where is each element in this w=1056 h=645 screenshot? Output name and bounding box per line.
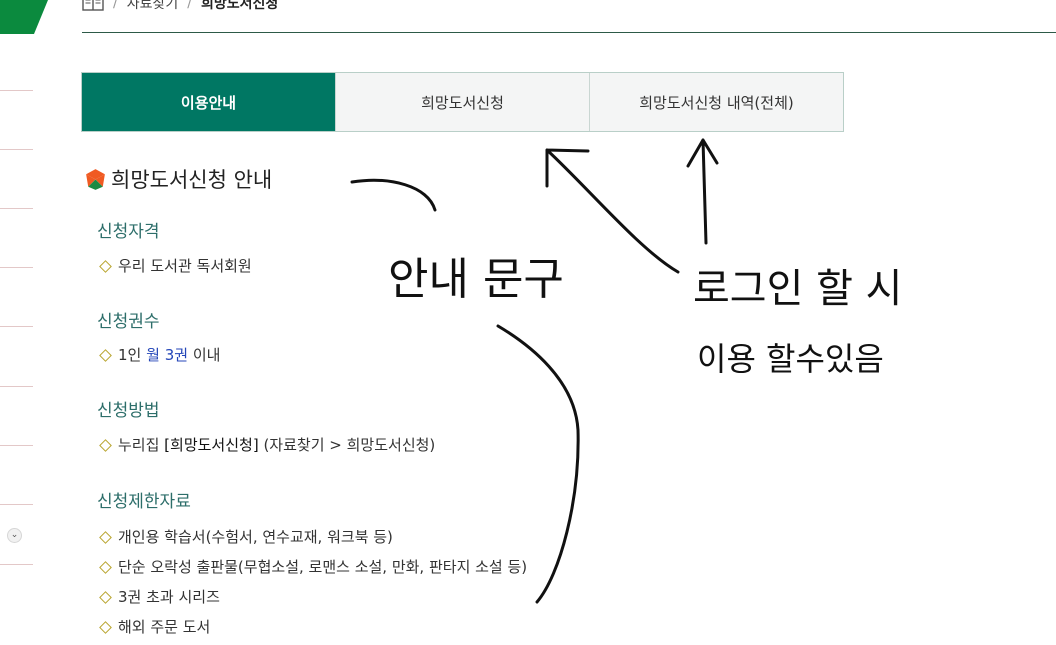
- section-title-text: 희망도서신청 안내: [111, 168, 273, 192]
- sidebar-divider: [0, 267, 33, 268]
- list-item: 1인 월 3권 이내: [97, 340, 220, 370]
- group-heading: 신청제한자료: [97, 492, 191, 512]
- annotation-usable-text: 이용 할수있음: [697, 340, 884, 378]
- chevron-down-icon[interactable]: ⌄: [7, 528, 22, 543]
- annotation-guide-text: 안내 문구: [388, 254, 564, 305]
- sidebar-divider: [0, 386, 33, 387]
- arrow-icon: [545, 148, 680, 274]
- section-title: 희망도서신청 안내: [83, 164, 272, 194]
- sidebar-divider: [0, 326, 33, 327]
- diamond-bullet-icon: [99, 531, 112, 544]
- diamond-bullet-icon: [99, 260, 112, 273]
- list-item-text: 이내: [188, 346, 221, 364]
- list-item-text: 단순 오락성 출판물(무협소설, 로맨스 소설, 만화, 판타지 소설 등): [118, 558, 528, 576]
- group-heading: 신청권수: [97, 312, 160, 332]
- list-item-text: 우리 도서관 독서회원: [118, 257, 252, 275]
- star-icon: [86, 168, 105, 190]
- breadcrumb-separator: /: [113, 0, 118, 11]
- info-group-eligibility: 신청자격 우리 도서관 독서회원: [97, 217, 252, 281]
- sidebar-divider: [0, 504, 33, 505]
- breadcrumb-item-search[interactable]: 자료찾기: [127, 0, 179, 13]
- sidebar-divider: [0, 149, 33, 150]
- sidebar-divider: [0, 208, 33, 209]
- breadcrumb: / 자료찾기 / 희망도서신청: [82, 0, 278, 14]
- highlight-text: 월 3권: [146, 346, 189, 364]
- diamond-bullet-icon: [99, 621, 112, 634]
- tab-book-request[interactable]: 희망도서신청: [336, 73, 590, 131]
- annotation-login-text: 로그인 할 시: [693, 266, 902, 312]
- sidebar-divider: [0, 90, 33, 91]
- list-item: 개인용 학습서(수험서, 연수교재, 워크북 등): [97, 522, 527, 552]
- diamond-bullet-icon: [99, 439, 112, 452]
- tab-bar: 이용안내 희망도서신청 희망도서신청 내역(전체): [81, 72, 844, 132]
- sidebar-divider: [0, 564, 33, 565]
- diamond-bullet-icon: [99, 591, 112, 604]
- brand-corner-shape: [0, 0, 48, 34]
- tab-request-history[interactable]: 희망도서신청 내역(전체): [590, 73, 843, 131]
- breadcrumb-current: 희망도서신청: [200, 0, 279, 12]
- list-item: 해외 주문 도서: [97, 612, 527, 642]
- list-item-text: (자료찾기 > 희망도서신청): [258, 436, 436, 454]
- list-item: 3권 초과 시리즈: [97, 582, 527, 612]
- emphasis-text: [희망도서신청]: [164, 436, 259, 454]
- info-group-quantity: 신청권수 1인 월 3권 이내: [97, 307, 220, 370]
- list-item-text: 1인: [118, 346, 147, 364]
- list-item: 단순 오락성 출판물(무협소설, 로맨스 소설, 만화, 판타지 소설 등): [97, 552, 527, 582]
- list-item-text: 해외 주문 도서: [118, 618, 211, 636]
- diamond-bullet-icon: [99, 349, 112, 362]
- list-item-text: 누리집: [118, 436, 165, 454]
- list-item: 누리집 [희망도서신청] (자료찾기 > 희망도서신청): [97, 430, 435, 460]
- info-group-restricted: 신청제한자료 개인용 학습서(수험서, 연수교재, 워크북 등) 단순 오락성 …: [97, 487, 527, 642]
- left-sidebar: [0, 34, 33, 594]
- diamond-bullet-icon: [99, 561, 112, 574]
- header-divider: [82, 32, 1056, 33]
- tab-usage-guide[interactable]: 이용안내: [82, 73, 336, 131]
- book-icon: [82, 0, 104, 11]
- list-item-text: 개인용 학습서(수험서, 연수교재, 워크북 등): [118, 528, 393, 546]
- arrow-icon: [686, 138, 719, 245]
- annotation-curve: [350, 178, 437, 212]
- breadcrumb-separator: /: [187, 0, 192, 11]
- sidebar-divider: [0, 445, 33, 446]
- info-group-method: 신청방법 누리집 [희망도서신청] (자료찾기 > 희망도서신청): [97, 396, 435, 460]
- list-item-text: 3권 초과 시리즈: [118, 588, 220, 606]
- list-item: 우리 도서관 독서회원: [97, 251, 252, 281]
- group-heading: 신청자격: [97, 222, 160, 242]
- group-heading: 신청방법: [97, 401, 160, 421]
